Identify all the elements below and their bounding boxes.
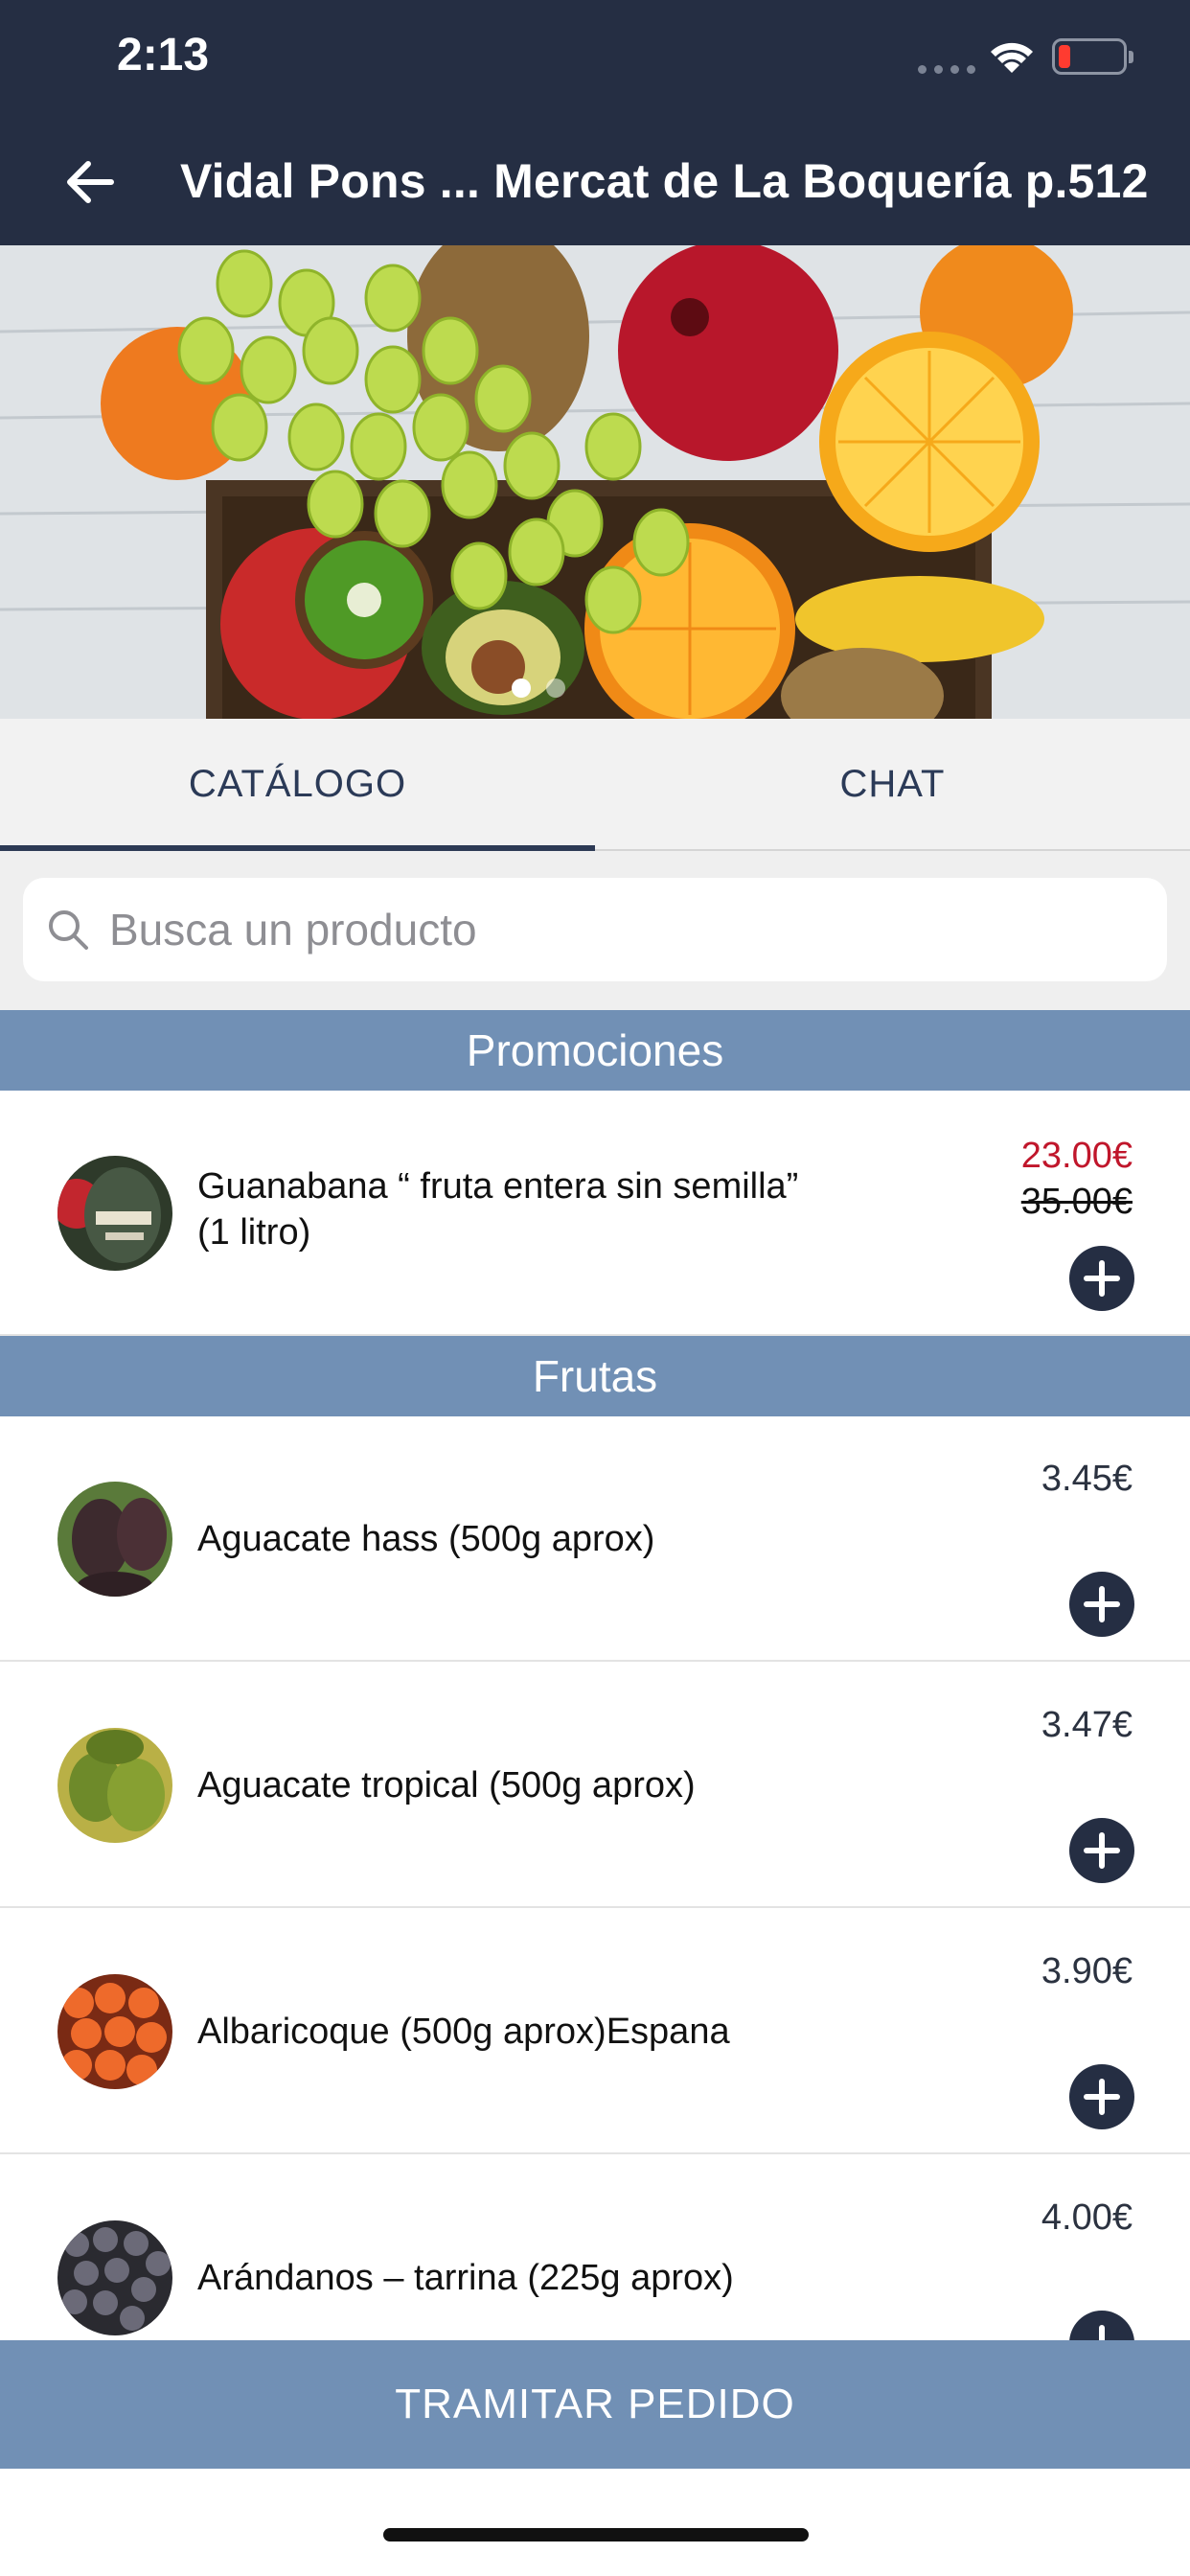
- section-header-promociones: Promociones: [0, 1010, 1190, 1091]
- checkout-button[interactable]: TRAMITAR PEDIDO: [0, 2340, 1190, 2469]
- avocado-tropical-icon: [57, 1728, 172, 1843]
- home-area: [0, 2469, 1190, 2576]
- product-list[interactable]: Promociones Guanabana “ fruta entera sin…: [0, 1010, 1190, 2340]
- carousel-dot-2[interactable]: [546, 678, 565, 698]
- add-to-cart-icon[interactable]: [1067, 1570, 1136, 1639]
- add-to-cart-icon[interactable]: [1067, 2309, 1136, 2340]
- tab-chat[interactable]: CHAT: [595, 719, 1190, 849]
- search-area: [0, 851, 1190, 1010]
- product-price: 23.00€ 35.00€: [1021, 1133, 1133, 1225]
- home-indicator[interactable]: [383, 2528, 809, 2542]
- back-arrow-icon[interactable]: [61, 153, 119, 211]
- add-to-cart-icon[interactable]: [1067, 1816, 1136, 1885]
- original-price: 35.00€: [1020, 1182, 1133, 1222]
- apricot-icon: [57, 1974, 172, 2089]
- blueberries-icon: [57, 2220, 172, 2335]
- product-row-aguacate-tropical[interactable]: Aguacate tropical (500g aprox) 3.47€: [0, 1663, 1190, 1908]
- product-name: Aguacate hass (500g aprox): [197, 1519, 655, 1559]
- top-bar: 2:13 Vidal Pons ... Mercat de La Boquerí…: [0, 0, 1190, 245]
- product-name: Aguacate tropical (500g aprox): [197, 1765, 696, 1806]
- cell-signal-icon: [918, 65, 975, 74]
- product-name: Guanabana “ fruta entera sin semilla” (1…: [197, 1166, 799, 1253]
- soursop-icon: [57, 1156, 172, 1271]
- carousel-dots[interactable]: [512, 678, 565, 698]
- section-header-frutas: Frutas: [0, 1336, 1190, 1416]
- product-name: Albaricoque (500g aprox)Espana: [197, 2012, 730, 2052]
- add-to-cart-icon[interactable]: [1067, 2062, 1136, 2131]
- product-name: Arándanos – tarrina (225g aprox): [197, 2258, 734, 2298]
- add-to-cart-icon[interactable]: [1067, 1244, 1136, 1313]
- wifi-icon: [991, 42, 1033, 73]
- tab-catalogo[interactable]: CATÁLOGO: [0, 719, 595, 851]
- product-row-aguacate-hass[interactable]: Aguacate hass (500g aprox) 3.45€: [0, 1416, 1190, 1662]
- product-price: 3.47€: [1041, 1705, 1133, 1745]
- battery-icon: [1052, 38, 1133, 75]
- tab-bar: CATÁLOGO CHAT: [0, 719, 1190, 851]
- product-price: 3.90€: [1041, 1951, 1133, 1991]
- product-row-guanabana[interactable]: Guanabana “ fruta entera sin semilla” (1…: [0, 1091, 1190, 1336]
- product-price: 3.45€: [1041, 1459, 1133, 1499]
- page-title: Vidal Pons ... Mercat de La Boquería p.5…: [180, 154, 1149, 208]
- store-banner-carousel[interactable]: [0, 245, 1190, 719]
- product-price: 4.00€: [1041, 2197, 1133, 2238]
- carousel-dot-1[interactable]: [512, 678, 531, 698]
- search-box[interactable]: [23, 878, 1167, 981]
- product-row-albaricoque[interactable]: Albaricoque (500g aprox)Espana 3.90€: [0, 1909, 1190, 2154]
- product-row-arandanos[interactable]: Arándanos – tarrina (225g aprox) 4.00€: [0, 2155, 1190, 2340]
- search-icon: [49, 910, 88, 950]
- promo-price: 23.00€: [1020, 1136, 1133, 1176]
- fruit-banner-image: [0, 245, 1190, 719]
- status-time: 2:13: [117, 30, 210, 80]
- search-input[interactable]: [109, 904, 1115, 955]
- avocado-hass-icon: [57, 1482, 172, 1597]
